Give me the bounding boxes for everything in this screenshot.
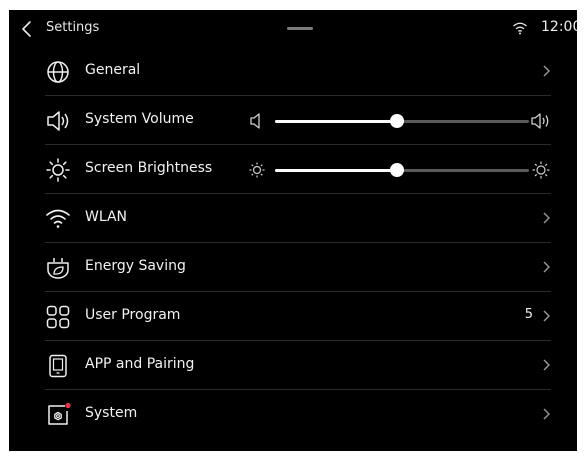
slider-fill — [275, 169, 397, 172]
drag-handle[interactable] — [287, 27, 313, 30]
slider-thumb[interactable] — [389, 163, 404, 177]
leaf-plug-icon — [45, 255, 71, 281]
settings-item-label: APP and Pairing — [85, 356, 195, 372]
clock: 12:00 — [541, 19, 577, 35]
settings-item-wlan[interactable]: WLAN — [45, 194, 551, 243]
notification-dot — [65, 402, 71, 409]
sun-high-icon — [531, 161, 551, 179]
speaker-low-icon — [249, 112, 263, 130]
settings-item-label: WLAN — [85, 209, 128, 225]
slider-track — [275, 163, 529, 177]
wifi-icon — [45, 206, 71, 232]
brightness-slider[interactable] — [249, 157, 551, 183]
chevron-right-icon — [541, 309, 551, 323]
slider-thumb[interactable] — [389, 114, 404, 128]
sun-icon — [45, 157, 71, 183]
tablet-icon — [45, 353, 71, 379]
chevron-right-icon — [541, 407, 551, 421]
settings-item-energy-saving[interactable]: Energy Saving — [45, 243, 551, 292]
program-count: 5 — [524, 307, 533, 322]
speaker-icon — [45, 108, 71, 134]
system-gear-icon — [45, 402, 71, 428]
chevron-right-icon — [541, 211, 551, 225]
wifi-status-icon — [512, 21, 528, 35]
settings-item-label: User Program — [85, 307, 181, 323]
globe-icon — [45, 59, 71, 85]
settings-item-label: Screen Brightness — [85, 160, 213, 176]
slider-fill — [275, 120, 397, 123]
chevron-right-icon — [541, 260, 551, 274]
page-title: Settings — [46, 20, 100, 35]
settings-item-label: System Volume — [85, 111, 194, 127]
chevron-left-icon[interactable] — [19, 19, 37, 39]
settings-item-label: Energy Saving — [85, 258, 186, 274]
header-bar: Settings 12:00 — [9, 10, 577, 48]
settings-item-general[interactable]: General — [45, 47, 551, 96]
chevron-right-icon — [541, 358, 551, 372]
settings-item-system[interactable]: System — [45, 390, 551, 439]
settings-screen: Settings 12:00 General System Volume Scr… — [9, 10, 577, 451]
settings-item-label: General — [85, 62, 141, 78]
sun-low-icon — [249, 161, 265, 179]
volume-slider[interactable] — [249, 108, 551, 134]
settings-item-app-pairing[interactable]: APP and Pairing — [45, 341, 551, 390]
settings-item-user-program[interactable]: User Program 5 — [45, 292, 551, 341]
settings-item-label: System — [85, 405, 138, 421]
chevron-right-icon — [541, 64, 551, 78]
slider-track — [275, 114, 529, 128]
settings-item-screen-brightness: Screen Brightness — [45, 145, 551, 194]
grid-icon — [45, 304, 71, 330]
settings-item-system-volume: System Volume — [45, 96, 551, 145]
speaker-high-icon — [531, 112, 551, 130]
